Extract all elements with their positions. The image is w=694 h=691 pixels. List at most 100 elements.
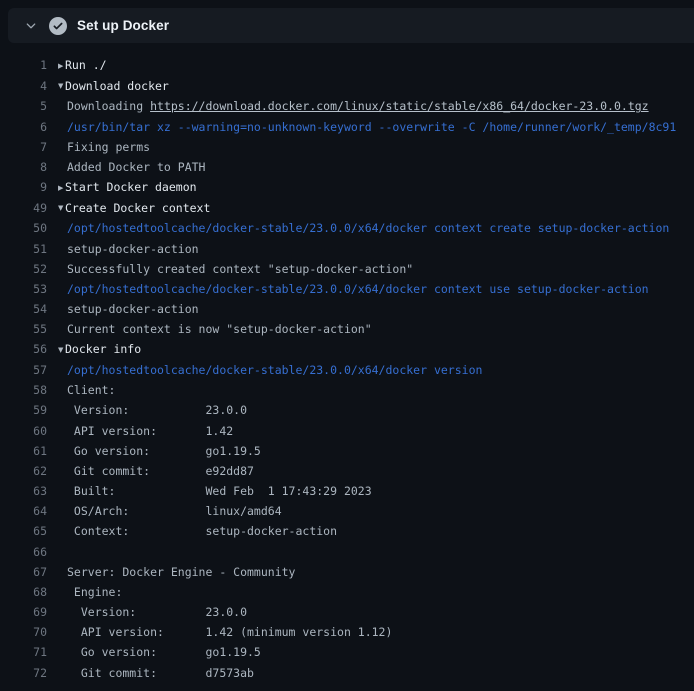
log-line: 7 Fixing perms xyxy=(0,137,694,157)
log-line: 51 setup-docker-action xyxy=(0,239,694,259)
log-line: 63 Built: Wed Feb 1 17:43:29 2023 xyxy=(0,481,694,501)
line-number[interactable]: 58 xyxy=(0,380,47,400)
log-command-text: /opt/hostedtoolcache/docker-stable/23.0.… xyxy=(67,221,669,235)
log-text: Fixing perms xyxy=(67,140,150,154)
line-number[interactable]: 61 xyxy=(0,441,47,461)
line-number[interactable]: 59 xyxy=(0,400,47,420)
line-number[interactable]: 63 xyxy=(0,481,47,501)
log-line: 8 Added Docker to PATH xyxy=(0,157,694,177)
log-line: 66 xyxy=(0,542,694,562)
line-number[interactable]: 5 xyxy=(0,96,47,116)
line-number[interactable]: 7 xyxy=(0,137,47,157)
log-text: Server: Docker Engine - Community xyxy=(67,565,295,579)
line-number[interactable]: 52 xyxy=(0,259,47,279)
line-number[interactable]: 4 xyxy=(0,76,47,97)
log-line: 67 Server: Docker Engine - Community xyxy=(0,562,694,582)
line-number[interactable]: 64 xyxy=(0,501,47,521)
line-number[interactable]: 50 xyxy=(0,218,47,238)
log-group-line[interactable]: 1 ▶Run ./ xyxy=(0,55,694,76)
log-line: 62 Git commit: e92dd87 xyxy=(0,461,694,481)
line-number[interactable]: 72 xyxy=(0,663,47,683)
triangle-right-icon[interactable]: ▶ xyxy=(58,56,65,76)
log-line: 64 OS/Arch: linux/amd64 xyxy=(0,501,694,521)
log-text: Current context is now "setup-docker-act… xyxy=(67,322,372,336)
group-title: Start Docker daemon xyxy=(65,180,197,194)
log-text: Built: Wed Feb 1 17:43:29 2023 xyxy=(67,484,372,498)
log-text: Downloading xyxy=(67,99,150,113)
log-text: Client: xyxy=(67,383,115,397)
log-line: 53/opt/hostedtoolcache/docker-stable/23.… xyxy=(0,279,694,299)
log-text: Git commit: d7573ab xyxy=(67,666,254,680)
line-number[interactable]: 71 xyxy=(0,642,47,662)
group-title: Create Docker context xyxy=(65,201,210,215)
step-title: Set up Docker xyxy=(77,18,169,33)
log-text: Go version: go1.19.5 xyxy=(67,645,261,659)
log-text: API version: 1.42 xyxy=(67,424,233,438)
log-group-line[interactable]: 56 ▼Docker info xyxy=(0,339,694,360)
log-line: 70 API version: 1.42 (minimum version 1.… xyxy=(0,622,694,642)
log-line: 65 Context: setup-docker-action xyxy=(0,521,694,541)
line-number[interactable]: 55 xyxy=(0,319,47,339)
triangle-down-icon[interactable]: ▼ xyxy=(58,198,65,218)
log-line: 50/opt/hostedtoolcache/docker-stable/23.… xyxy=(0,218,694,238)
line-number[interactable]: 1 xyxy=(0,55,47,76)
log-text: Go version: go1.19.5 xyxy=(67,444,261,458)
line-number[interactable]: 69 xyxy=(0,602,47,622)
chevron-down-icon[interactable] xyxy=(24,19,38,33)
line-number[interactable]: 51 xyxy=(0,239,47,259)
log-group-line[interactable]: 49 ▼Create Docker context xyxy=(0,198,694,219)
line-number[interactable]: 56 xyxy=(0,339,47,360)
log-text: Git commit: e92dd87 xyxy=(67,464,254,478)
log-line: 60 API version: 1.42 xyxy=(0,421,694,441)
step-header[interactable]: Set up Docker xyxy=(8,8,694,43)
triangle-right-icon[interactable]: ▶ xyxy=(58,178,65,198)
log-text: Context: setup-docker-action xyxy=(67,524,337,538)
log-group-line[interactable]: 4 ▼Download docker xyxy=(0,76,694,97)
log-text: Version: 23.0.0 xyxy=(67,403,247,417)
log-line: 71 Go version: go1.19.5 xyxy=(0,642,694,662)
log-line: 69 Version: 23.0.0 xyxy=(0,602,694,622)
line-number[interactable]: 9 xyxy=(0,177,47,198)
log-command-text: /usr/bin/tar xz --warning=no-unknown-key… xyxy=(67,120,676,134)
log-command-text: /opt/hostedtoolcache/docker-stable/23.0.… xyxy=(67,363,482,377)
log-line: 61 Go version: go1.19.5 xyxy=(0,441,694,461)
line-number[interactable]: 57 xyxy=(0,360,47,380)
log-line: 6/usr/bin/tar xz --warning=no-unknown-ke… xyxy=(0,117,694,137)
group-title: Download docker xyxy=(65,79,169,93)
line-number[interactable]: 65 xyxy=(0,521,47,541)
log-line: 59 Version: 23.0.0 xyxy=(0,400,694,420)
line-number[interactable]: 8 xyxy=(0,157,47,177)
log-text: API version: 1.42 (minimum version 1.12) xyxy=(67,625,392,639)
line-number[interactable]: 62 xyxy=(0,461,47,481)
log-text: Successfully created context "setup-dock… xyxy=(67,262,413,276)
line-number[interactable]: 54 xyxy=(0,299,47,319)
log-line: 68 Engine: xyxy=(0,582,694,602)
log-group-line[interactable]: 9 ▶Start Docker daemon xyxy=(0,177,694,198)
group-title: Run ./ xyxy=(65,58,107,72)
line-number[interactable]: 67 xyxy=(0,562,47,582)
log-text: Engine: xyxy=(67,585,122,599)
log-text: OS/Arch: linux/amd64 xyxy=(67,504,282,518)
log-line: 72 Git commit: d7573ab xyxy=(0,663,694,683)
log-text: Added Docker to PATH xyxy=(67,160,205,174)
line-number[interactable]: 53 xyxy=(0,279,47,299)
line-number[interactable]: 49 xyxy=(0,198,47,219)
line-number[interactable]: 68 xyxy=(0,582,47,602)
log-text: setup-docker-action xyxy=(67,242,199,256)
line-number[interactable]: 6 xyxy=(0,117,47,137)
triangle-down-icon[interactable]: ▼ xyxy=(58,340,65,360)
check-circle-icon xyxy=(49,17,67,35)
triangle-down-icon[interactable]: ▼ xyxy=(58,76,65,96)
log-line: 55 Current context is now "setup-docker-a… xyxy=(0,319,694,339)
log-line: 57/opt/hostedtoolcache/docker-stable/23.… xyxy=(0,360,694,380)
log-command-text: /opt/hostedtoolcache/docker-stable/23.0.… xyxy=(67,282,649,296)
log-link[interactable]: https://download.docker.com/linux/static… xyxy=(150,99,649,113)
group-title: Docker info xyxy=(65,342,141,356)
log-line: 58 Client: xyxy=(0,380,694,400)
log-line: 54 setup-docker-action xyxy=(0,299,694,319)
line-number[interactable]: 70 xyxy=(0,622,47,642)
log-text: setup-docker-action xyxy=(67,302,199,316)
line-number[interactable]: 60 xyxy=(0,421,47,441)
line-number[interactable]: 66 xyxy=(0,542,47,562)
log-text: Version: 23.0.0 xyxy=(67,605,247,619)
